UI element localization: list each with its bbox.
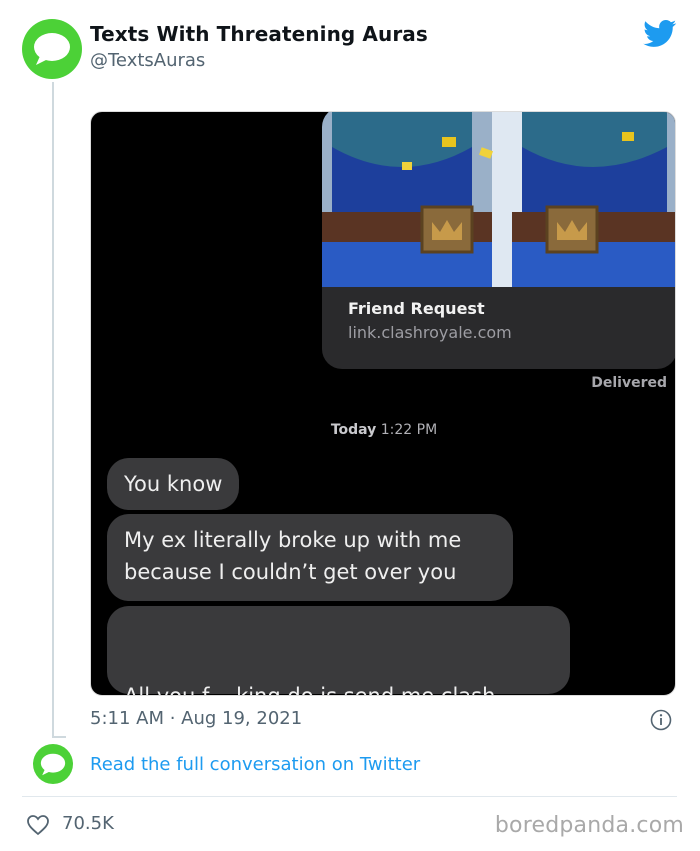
message-bubble: You know — [107, 458, 240, 510]
avatar[interactable] — [22, 19, 82, 79]
author-name[interactable]: Texts With Threatening Auras — [90, 22, 428, 46]
author-handle[interactable]: @TextsAuras — [90, 50, 205, 71]
imessage-icon — [34, 33, 70, 65]
delivered-status: Delivered — [591, 375, 667, 391]
message-text: All you f king do is send me clash — [124, 684, 496, 696]
twitter-bird-icon[interactable] — [643, 20, 677, 48]
message-text: because I couldn’t get over you — [124, 560, 457, 584]
message-text: You know — [124, 472, 223, 496]
like-count[interactable]: 70.5K — [62, 813, 114, 834]
message-bubble: My ex literally broke up with me because… — [107, 514, 513, 601]
preview-link[interactable]: link.clashroyale.com — [348, 323, 512, 342]
preview-title: Friend Request — [348, 299, 485, 318]
imessage-icon — [40, 753, 66, 775]
thread-connector — [52, 736, 66, 738]
avatar-small[interactable] — [33, 744, 73, 784]
link-preview-card[interactable]: Friend Request link.clashroyale.com — [322, 112, 675, 369]
message-text: My ex literally broke up with me — [124, 528, 462, 552]
message-day: Today — [330, 422, 377, 438]
clash-royale-preview-image — [322, 112, 675, 287]
message-timestamp: Today 1:22 PM — [91, 422, 675, 438]
message-bubble: All you f king do is send me clash invit… — [107, 606, 570, 696]
thread-line — [52, 82, 54, 737]
tweet-timestamp[interactable]: 5:11 AM · Aug 19, 2021 — [90, 708, 302, 729]
message-time: 1:22 PM — [380, 422, 438, 438]
screenshot-image[interactable]: Friend Request link.clashroyale.com Deli… — [90, 111, 676, 696]
watermark: boredpanda.com — [494, 813, 684, 838]
heart-icon[interactable] — [26, 814, 50, 836]
info-icon[interactable] — [650, 709, 672, 731]
divider — [22, 796, 677, 797]
read-conversation-link[interactable]: Read the full conversation on Twitter — [90, 754, 420, 775]
